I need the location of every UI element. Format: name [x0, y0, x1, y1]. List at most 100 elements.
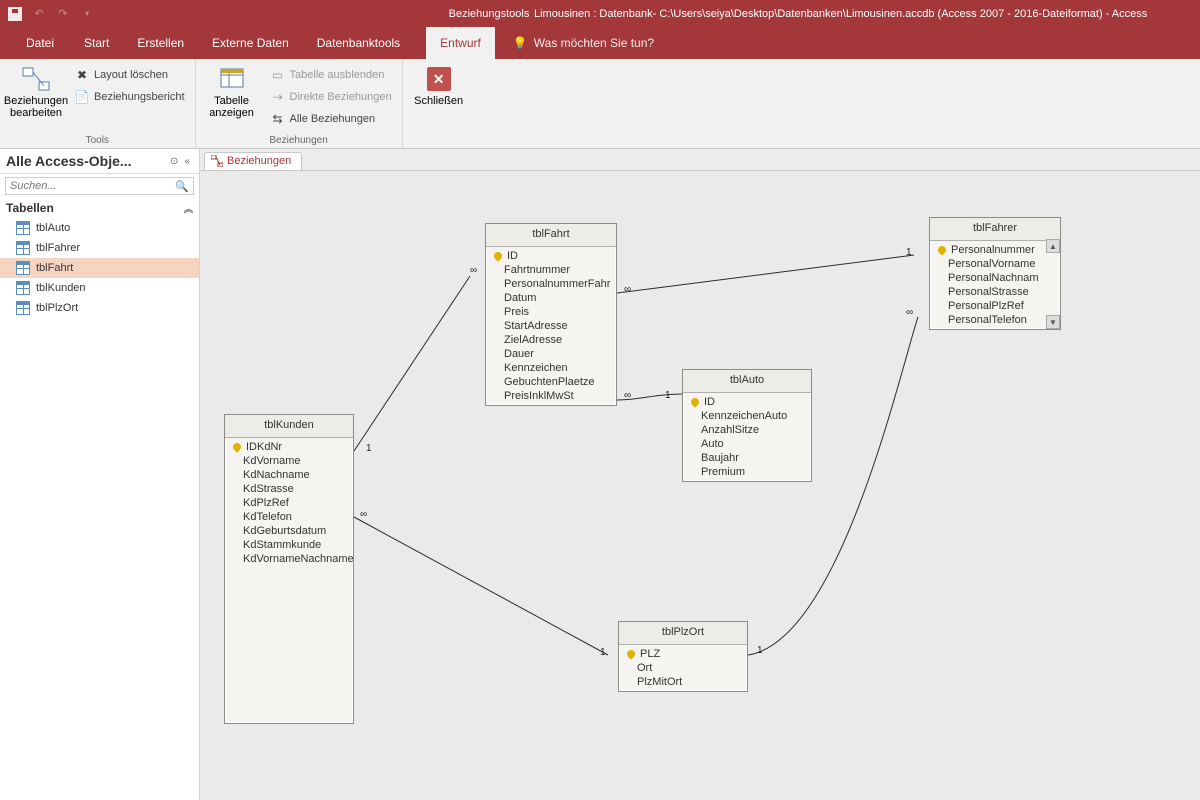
field-personaltelefon[interactable]: PersonalTelefon: [930, 313, 1060, 327]
table-title[interactable]: tblPlzOrt: [619, 622, 747, 645]
report-icon: 📄: [74, 89, 90, 105]
field-startadresse[interactable]: StartAdresse: [486, 319, 616, 333]
field-auto[interactable]: Auto: [683, 437, 811, 451]
field-personalplzref[interactable]: PersonalPlzRef: [930, 299, 1060, 313]
field-plzmitort[interactable]: PlzMitOrt: [619, 675, 747, 689]
nav-collapse-icon[interactable]: «: [181, 156, 193, 167]
hide-table-icon: ▭: [270, 67, 286, 83]
scroll-down-icon[interactable]: ▼: [1046, 315, 1060, 329]
table-tblkunden[interactable]: tblKunden IDKdNrKdVornameKdNachnameKdStra…: [224, 414, 354, 724]
table-title[interactable]: tblFahrer: [930, 218, 1060, 241]
field-personalnummerfahr[interactable]: PersonalnummerFahr: [486, 277, 616, 291]
nav-item-tblplzort[interactable]: tblPlzOrt: [0, 298, 199, 318]
nav-group-tables[interactable]: Tabellen ︽: [0, 198, 199, 218]
field-kdvorname[interactable]: KdVorname: [225, 454, 353, 468]
redo-icon[interactable]: ↷: [54, 5, 72, 23]
clear-layout-button[interactable]: ✖ Layout löschen: [70, 65, 189, 85]
table-tblauto[interactable]: tblAuto IDKennzeichenAutoAnzahlSitzeAutoB…: [682, 369, 812, 482]
nav-item-tblfahrer[interactable]: tblFahrer: [0, 238, 199, 258]
field-id[interactable]: ID: [486, 249, 616, 263]
field-zieladresse[interactable]: ZielAdresse: [486, 333, 616, 347]
collapse-group-icon[interactable]: ︽: [184, 202, 193, 215]
tab-entwurf[interactable]: Entwurf: [426, 27, 495, 59]
field-fahrtnummer[interactable]: Fahrtnummer: [486, 263, 616, 277]
scroll-up-icon[interactable]: ▲: [1046, 239, 1060, 253]
field-preis[interactable]: Preis: [486, 305, 616, 319]
relationship-report-button[interactable]: 📄 Beziehungsbericht: [70, 87, 189, 107]
document-area: Beziehungen 1 ∞ ∞ 1 ∞ 1 ∞ 1 1 ∞ tblFahrt…: [200, 149, 1200, 800]
field-kdstammkunde[interactable]: KdStammkunde: [225, 538, 353, 552]
close-label: Schließen: [414, 95, 463, 107]
field-idkdnr[interactable]: IDKdNr: [225, 440, 353, 454]
field-kdtelefon[interactable]: KdTelefon: [225, 510, 353, 524]
nav-item-tblkunden[interactable]: tblKunden: [0, 278, 199, 298]
direct-relationships-button: ⇢ Direkte Beziehungen: [266, 87, 396, 107]
edit-relationships-button[interactable]: Beziehungen bearbeiten: [6, 63, 66, 119]
field-gebuchtenplaetze[interactable]: GebuchtenPlaetze: [486, 375, 616, 389]
qat-dropdown-icon[interactable]: ▾: [78, 5, 96, 23]
field-baujahr[interactable]: Baujahr: [683, 451, 811, 465]
field-personalstrasse[interactable]: PersonalStrasse: [930, 285, 1060, 299]
field-datum[interactable]: Datum: [486, 291, 616, 305]
relationships-icon: [211, 155, 223, 167]
close-button[interactable]: ✕ Schließen: [409, 63, 469, 107]
table-icon: [16, 261, 30, 275]
navigation-pane: Alle Access-Obje... ⊙ « 🔍 Tabellen ︽ tbl…: [0, 149, 200, 800]
nav-item-tblauto[interactable]: tblAuto: [0, 218, 199, 238]
rel-end-one: 1: [366, 443, 372, 454]
rel-end-many: ∞: [906, 307, 913, 318]
table-title[interactable]: tblKunden: [225, 415, 353, 438]
field-personalnachnam[interactable]: PersonalNachnam: [930, 271, 1060, 285]
field-kdvornamenachname[interactable]: KdVornameNachname: [225, 552, 353, 566]
group-label-tools: Tools: [86, 133, 109, 147]
nav-search-input[interactable]: [6, 178, 171, 194]
show-table-button[interactable]: Tabelle anzeigen: [202, 63, 262, 119]
clear-layout-icon: ✖: [74, 67, 90, 83]
tab-datenbanktools[interactable]: Datenbanktools: [303, 27, 414, 59]
table-title[interactable]: tblAuto: [683, 370, 811, 393]
field-preisinklmwst[interactable]: PreisInklMwSt: [486, 389, 616, 403]
ribbon-group-close: ✕ Schließen: [403, 59, 475, 148]
hide-table-button: ▭ Tabelle ausblenden: [266, 65, 396, 85]
search-icon[interactable]: 🔍: [171, 180, 193, 193]
direct-rel-icon: ⇢: [270, 89, 286, 105]
field-ort[interactable]: Ort: [619, 661, 747, 675]
field-personalnummer[interactable]: Personalnummer: [930, 243, 1060, 257]
tab-erstellen[interactable]: Erstellen: [123, 27, 198, 59]
relationships-canvas[interactable]: 1 ∞ ∞ 1 ∞ 1 ∞ 1 1 ∞ tblFahrtIDFahrtnumme…: [200, 171, 1200, 800]
field-kdplzref[interactable]: KdPlzRef: [225, 496, 353, 510]
edit-relationships-icon: [22, 65, 50, 93]
field-id[interactable]: ID: [683, 395, 811, 409]
field-kdgeburtsdatum[interactable]: KdGeburtsdatum: [225, 524, 353, 538]
field-personalvorname[interactable]: PersonalVorname: [930, 257, 1060, 271]
field-dauer[interactable]: Dauer: [486, 347, 616, 361]
nav-title[interactable]: Alle Access-Obje...: [6, 153, 167, 169]
field-kennzeichen[interactable]: Kennzeichen: [486, 361, 616, 375]
nav-dropdown-icon[interactable]: ⊙: [167, 156, 181, 167]
tab-start[interactable]: Start: [70, 27, 123, 59]
show-table-label: Tabelle anzeigen: [209, 95, 254, 119]
table-tblfahrer[interactable]: tblFahrerPersonalnummerPersonalVornamePe…: [929, 217, 1061, 330]
save-icon[interactable]: [6, 5, 24, 23]
undo-icon[interactable]: ↶: [30, 5, 48, 23]
table-title[interactable]: tblFahrt: [486, 224, 616, 247]
doc-tab-beziehungen[interactable]: Beziehungen: [204, 152, 302, 170]
show-table-icon: [218, 65, 246, 93]
nav-search[interactable]: 🔍: [5, 177, 194, 195]
rel-end-many: ∞: [470, 265, 477, 276]
field-kennzeichenauto[interactable]: KennzeichenAuto: [683, 409, 811, 423]
rel-end-many: ∞: [624, 390, 631, 401]
tell-me-search[interactable]: 💡 Was möchten Sie tun?: [495, 27, 654, 59]
field-kdstrasse[interactable]: KdStrasse: [225, 482, 353, 496]
table-tblplzort[interactable]: tblPlzOrt PLZOrtPlzMitOrt: [618, 621, 748, 692]
field-premium[interactable]: Premium: [683, 465, 811, 479]
table-tblfahrt[interactable]: tblFahrtIDFahrtnummerPersonalnummerFahrD…: [485, 223, 617, 406]
tab-file[interactable]: Datei: [10, 27, 70, 59]
tab-externe-daten[interactable]: Externe Daten: [198, 27, 303, 59]
field-plz[interactable]: PLZ: [619, 647, 747, 661]
all-relationships-button[interactable]: ⇆ Alle Beziehungen: [266, 109, 396, 129]
nav-item-tblfahrt[interactable]: tblFahrt: [0, 258, 199, 278]
table-icon: [16, 281, 30, 295]
field-kdnachname[interactable]: KdNachname: [225, 468, 353, 482]
field-anzahlsitze[interactable]: AnzahlSitze: [683, 423, 811, 437]
